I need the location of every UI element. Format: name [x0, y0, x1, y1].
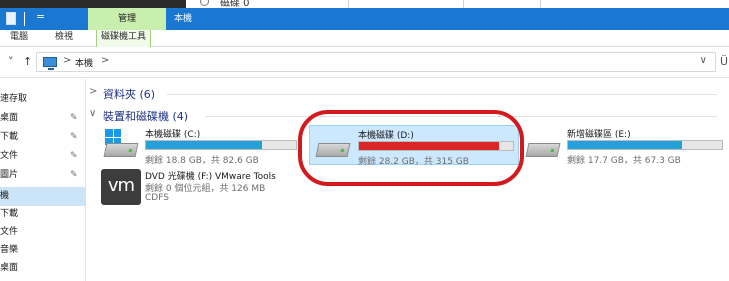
- nav-item-label: 桌面: [0, 263, 19, 273]
- tab-view[interactable]: 檢視: [55, 30, 73, 47]
- vmware-logo-icon: vm: [101, 169, 141, 205]
- nav-item-label: 下載: [0, 209, 19, 219]
- pin-icon[interactable]: ✎: [70, 166, 78, 185]
- recent-locations-icon[interactable]: ˅: [8, 55, 14, 68]
- drive-f-dvd[interactable]: vm DVD 光碟機 (F:) VMware Tools 剩餘 0 個位元組，共…: [101, 169, 311, 209]
- nav-item-label: 圖片: [0, 170, 19, 180]
- background-window-darkbar: [0, 0, 186, 8]
- tab-computer[interactable]: 電腦: [10, 30, 28, 47]
- drive-filesystem: CDFS: [145, 193, 169, 203]
- nav-item-desktop[interactable]: 桌面 ✎: [0, 109, 86, 128]
- nav-item-label: 文件: [0, 227, 19, 237]
- nav-item-downloads[interactable]: 下載: [0, 205, 86, 224]
- breadcrumb[interactable]: 本機: [75, 56, 93, 69]
- title-bar: = 管理 本機: [0, 8, 729, 30]
- drive-usage-fill: [146, 141, 262, 149]
- pin-icon[interactable]: ✎: [70, 109, 78, 128]
- nav-item-music[interactable]: 音樂: [0, 241, 86, 260]
- drive-e[interactable]: 新增磁碟區 (E:) 剩餘 17.7 GB，共 67.3 GB: [523, 127, 723, 167]
- drive-free-space: 剩餘 17.7 GB，共 67.3 GB: [567, 156, 681, 166]
- pin-icon[interactable]: ✎: [70, 147, 78, 166]
- drive-c[interactable]: 本機磁碟 (C:) 剩餘 18.8 GB，共 82.6 GB: [101, 127, 301, 167]
- background-divider: [540, 0, 541, 8]
- drive-usage-bar: [567, 140, 723, 150]
- address-bar[interactable]: > 本機 > ∨: [36, 52, 716, 72]
- address-row: ˅ ↑ > 本機 > ∨ Ü: [0, 48, 729, 78]
- nav-item-label: 下載: [0, 132, 19, 142]
- group-label: 裝置和磁碟機 (4): [103, 110, 189, 123]
- nav-item-desktop[interactable]: 桌面: [0, 259, 86, 278]
- background-window-text: 磁碟 0: [220, 0, 250, 8]
- group-header-folders[interactable]: > 資料夾 (6): [87, 86, 717, 102]
- nav-item-label: 文件: [0, 151, 19, 161]
- up-arrow-icon[interactable]: ↑: [23, 55, 32, 68]
- tab-drive-tools[interactable]: 磁碟機工具: [96, 30, 152, 47]
- properties-icon[interactable]: [6, 12, 16, 25]
- quick-access-separator: [24, 12, 25, 26]
- nav-item-documents[interactable]: 文件 ✎: [0, 147, 86, 166]
- hard-drive-icon: [523, 127, 563, 167]
- background-divider: [348, 0, 349, 8]
- nav-item-label: 速存取: [0, 94, 28, 104]
- drive-usage-bar: [145, 140, 297, 150]
- nav-item-label: 機: [0, 191, 10, 201]
- refresh-icon[interactable]: Ü: [720, 55, 728, 68]
- breadcrumb-separator[interactable]: >: [101, 55, 109, 66]
- navigation-pane: 速存取 桌面 ✎ 下載 ✎ 文件 ✎ 圖片 ✎ 機 下載 文件 音樂 桌面: [0, 79, 86, 281]
- breadcrumb-separator[interactable]: >: [63, 55, 71, 66]
- drive-free-space: 剩餘 18.8 GB，共 82.6 GB: [145, 156, 259, 166]
- background-window-strip: 磁碟 0: [0, 0, 729, 8]
- customize-toolbar-icon[interactable]: =: [36, 10, 45, 23]
- manage-context-tab[interactable]: 管理: [88, 8, 166, 30]
- windows-drive-icon: [101, 127, 141, 167]
- hard-drive-body-icon: [525, 143, 561, 157]
- group-divider: [167, 94, 717, 95]
- hard-drive-icon: [103, 143, 139, 157]
- this-pc-icon: [43, 57, 57, 70]
- background-divider: [463, 0, 464, 8]
- nav-item-downloads[interactable]: 下載 ✎: [0, 128, 86, 147]
- address-dropdown-icon[interactable]: ∨: [700, 55, 707, 66]
- nav-item-documents[interactable]: 文件: [0, 223, 86, 242]
- drive-usage-fill: [568, 141, 682, 149]
- radio-icon: [200, 0, 209, 6]
- drive-name: 本機磁碟 (C:): [145, 130, 201, 140]
- collapse-arrow-icon[interactable]: ∨: [89, 108, 96, 119]
- pin-icon[interactable]: ✎: [70, 128, 78, 147]
- nav-item-label: 桌面: [0, 113, 19, 123]
- drive-name: 新增磁碟區 (E:): [567, 130, 631, 140]
- ribbon-tabs: 電腦 檢視 磁碟機工具: [0, 30, 729, 47]
- nav-item-label: 音樂: [0, 245, 19, 255]
- group-label: 資料夾 (6): [103, 88, 156, 101]
- expand-arrow-icon[interactable]: >: [89, 86, 97, 97]
- nav-item-quick-access[interactable]: 速存取: [0, 90, 86, 109]
- nav-item-this-pc[interactable]: 機: [0, 187, 86, 206]
- window-title: 本機: [174, 14, 193, 24]
- nav-item-pictures[interactable]: 圖片 ✎: [0, 166, 86, 185]
- highlight-circle: [298, 110, 524, 186]
